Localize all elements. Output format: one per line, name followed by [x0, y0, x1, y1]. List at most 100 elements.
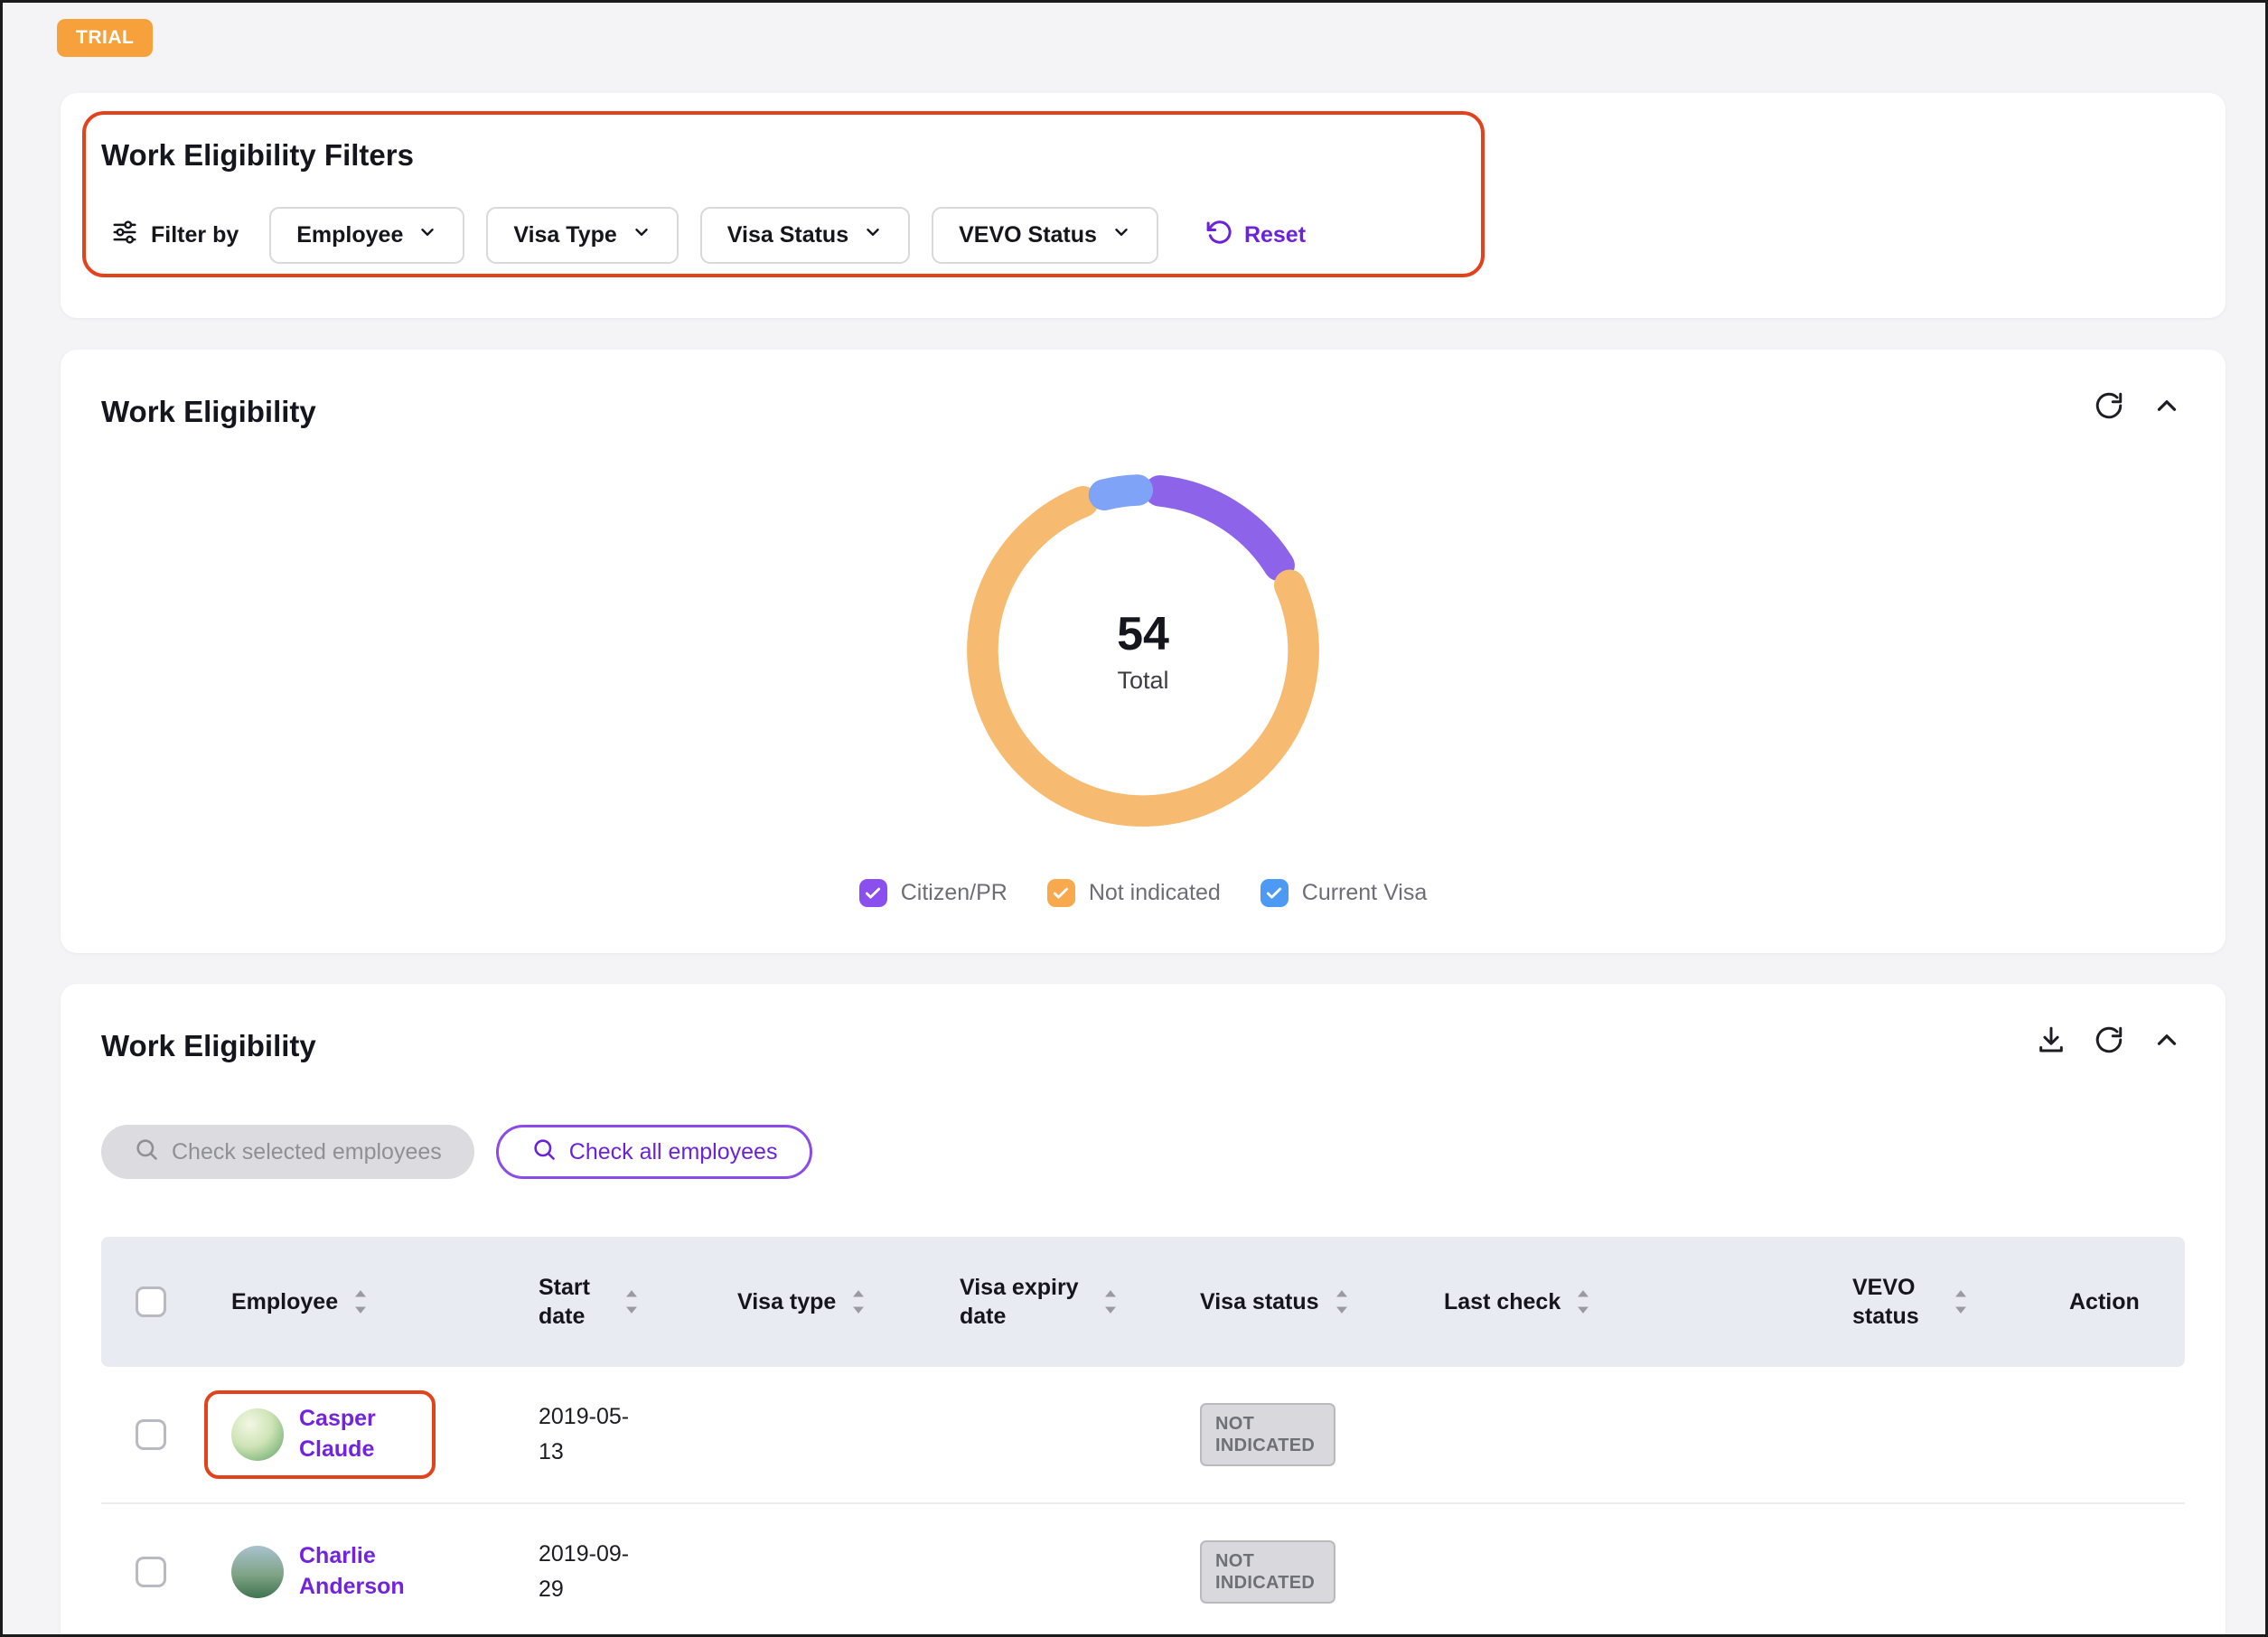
legend-label: Not indicated [1089, 880, 1221, 906]
filters-title: Work Eligibility Filters [101, 138, 414, 173]
work-eligibility-table-card: Work Eligibility [61, 984, 2226, 1637]
refresh-icon [2094, 1024, 2124, 1058]
sort-icon [848, 1287, 868, 1316]
filters-card: Work Eligibility Filters Filter by Emplo… [61, 93, 2226, 318]
legend-item-current-visa: Current Visa [1261, 879, 1428, 907]
employee-wrap: Charlie Anderson [204, 1528, 436, 1616]
collapse-button[interactable] [2150, 1024, 2184, 1058]
filter-row: Filter by Employee Visa Type Visa Status [111, 207, 1306, 264]
check-all-employees-button[interactable]: Check all employees [496, 1125, 813, 1179]
chevron-down-icon [632, 222, 651, 248]
sort-icon [622, 1287, 642, 1316]
donut-chart-svg [949, 456, 1337, 845]
reset-button[interactable]: Reset [1205, 219, 1306, 252]
column-label: Visa type [737, 1289, 836, 1315]
search-icon [531, 1137, 557, 1168]
legend-checkbox-current-visa[interactable] [1261, 879, 1289, 907]
visa-status-cell: NOT INDICATED [1169, 1403, 1413, 1466]
work-eligibility-chart-card: Work Eligibility 54 [61, 350, 2226, 953]
employee-link[interactable]: Charlie Anderson [299, 1541, 412, 1603]
donut-chart: 54 Total [949, 456, 1337, 845]
search-icon [134, 1137, 159, 1168]
chart-card-title: Work Eligibility [101, 395, 316, 429]
dropdown-label: Employee [296, 222, 403, 248]
column-header-last-check[interactable]: Last check [1413, 1287, 1822, 1316]
column-header-employee[interactable]: Employee [201, 1287, 508, 1316]
download-icon [2036, 1024, 2067, 1058]
legend-checkbox-citizen-pr[interactable] [859, 879, 887, 907]
chevron-down-icon [1111, 222, 1131, 248]
select-all-checkbox[interactable] [136, 1286, 166, 1317]
start-date-cell: 2019-05-13 [508, 1399, 648, 1470]
column-label: Start date [539, 1273, 609, 1332]
table-header-row: Employee Start date Visa type Visa expir… [101, 1237, 2185, 1367]
column-label: VEVO status [1852, 1273, 1938, 1332]
trial-badge: TRIAL [57, 19, 153, 57]
employee-avatar [231, 1408, 284, 1461]
dropdown-label: VEVO Status [959, 222, 1097, 248]
legend-label: Current Visa [1302, 880, 1428, 906]
sort-icon [1573, 1287, 1593, 1316]
employee-link[interactable]: Casper Claude [299, 1404, 412, 1465]
chevron-down-icon [417, 222, 437, 248]
column-header-visa-type[interactable]: Visa type [707, 1287, 929, 1316]
column-label: Visa expiry date [960, 1273, 1088, 1332]
page: TRIAL Work Eligibility Filters Filter by… [0, 0, 2268, 1637]
reset-label: Reset [1244, 222, 1306, 248]
start-date-value: 2019-05-13 [539, 1399, 647, 1470]
visa-status-cell: NOT INDICATED [1169, 1540, 1413, 1604]
collapse-button[interactable] [2150, 389, 2184, 424]
employee-highlight-box: Casper Claude [204, 1390, 436, 1479]
legend-checkbox-not-indicated[interactable] [1047, 879, 1075, 907]
row-checkbox[interactable] [136, 1557, 166, 1587]
header-checkbox-cell [101, 1286, 201, 1317]
column-header-action: Action [2038, 1289, 2185, 1315]
check-selected-employees-button[interactable]: Check selected employees [101, 1125, 474, 1179]
dropdown-label: Visa Status [727, 222, 848, 248]
refresh-button[interactable] [2092, 389, 2126, 424]
column-header-vevo-status[interactable]: VEVO status [1822, 1273, 2038, 1332]
download-button[interactable] [2034, 1024, 2068, 1058]
visa-status-badge: NOT INDICATED [1200, 1403, 1335, 1466]
table-card-actions [2034, 1024, 2184, 1058]
employee-cell: Casper Claude [201, 1390, 508, 1479]
chevron-down-icon [863, 222, 883, 248]
sliders-icon [111, 219, 138, 252]
row-checkbox-cell [101, 1419, 201, 1450]
column-header-visa-expiry-date[interactable]: Visa expiry date [929, 1273, 1169, 1332]
sort-icon [1101, 1287, 1120, 1316]
row-checkbox[interactable] [136, 1419, 166, 1450]
refresh-button[interactable] [2092, 1024, 2126, 1058]
visa-type-filter-dropdown[interactable]: Visa Type [486, 207, 678, 264]
visa-status-badge: NOT INDICATED [1200, 1540, 1335, 1604]
start-date-value: 2019-09-29 [539, 1537, 647, 1607]
column-header-start-date[interactable]: Start date [508, 1273, 707, 1332]
column-label: Last check [1444, 1289, 1560, 1315]
filter-by-label: Filter by [151, 222, 239, 248]
table-card-title: Work Eligibility [101, 1029, 316, 1063]
column-label: Action [2069, 1289, 2140, 1315]
chart-legend: Citizen/PR Not indicated Current Visa [61, 879, 2226, 907]
employee-filter-dropdown[interactable]: Employee [269, 207, 464, 264]
visa-status-filter-dropdown[interactable]: Visa Status [700, 207, 910, 264]
chevron-up-icon [2151, 390, 2182, 424]
refresh-icon [2094, 390, 2124, 424]
chevron-up-icon [2151, 1024, 2182, 1058]
legend-item-not-indicated: Not indicated [1047, 879, 1221, 907]
legend-label: Citizen/PR [901, 880, 1007, 906]
column-header-visa-status[interactable]: Visa status [1169, 1287, 1413, 1316]
employee-avatar [231, 1546, 284, 1598]
row-checkbox-cell [101, 1557, 201, 1587]
legend-item-citizen-pr: Citizen/PR [859, 879, 1007, 907]
table-row: Casper Claude 2019-05-13 NOT INDICATED [101, 1367, 2185, 1504]
dropdown-label: Visa Type [513, 222, 616, 248]
filter-by: Filter by [111, 219, 239, 252]
reset-icon [1205, 219, 1232, 252]
table-buttons-row: Check selected employees Check all emplo… [101, 1125, 812, 1179]
work-eligibility-table: Employee Start date Visa type Visa expir… [101, 1237, 2185, 1637]
table-row: Charlie Anderson 2019-09-29 NOT INDICATE… [101, 1504, 2185, 1637]
check-all-label: Check all employees [569, 1139, 778, 1165]
sort-icon [351, 1287, 370, 1316]
vevo-status-filter-dropdown[interactable]: VEVO Status [932, 207, 1158, 264]
chart-card-actions [2092, 389, 2184, 424]
